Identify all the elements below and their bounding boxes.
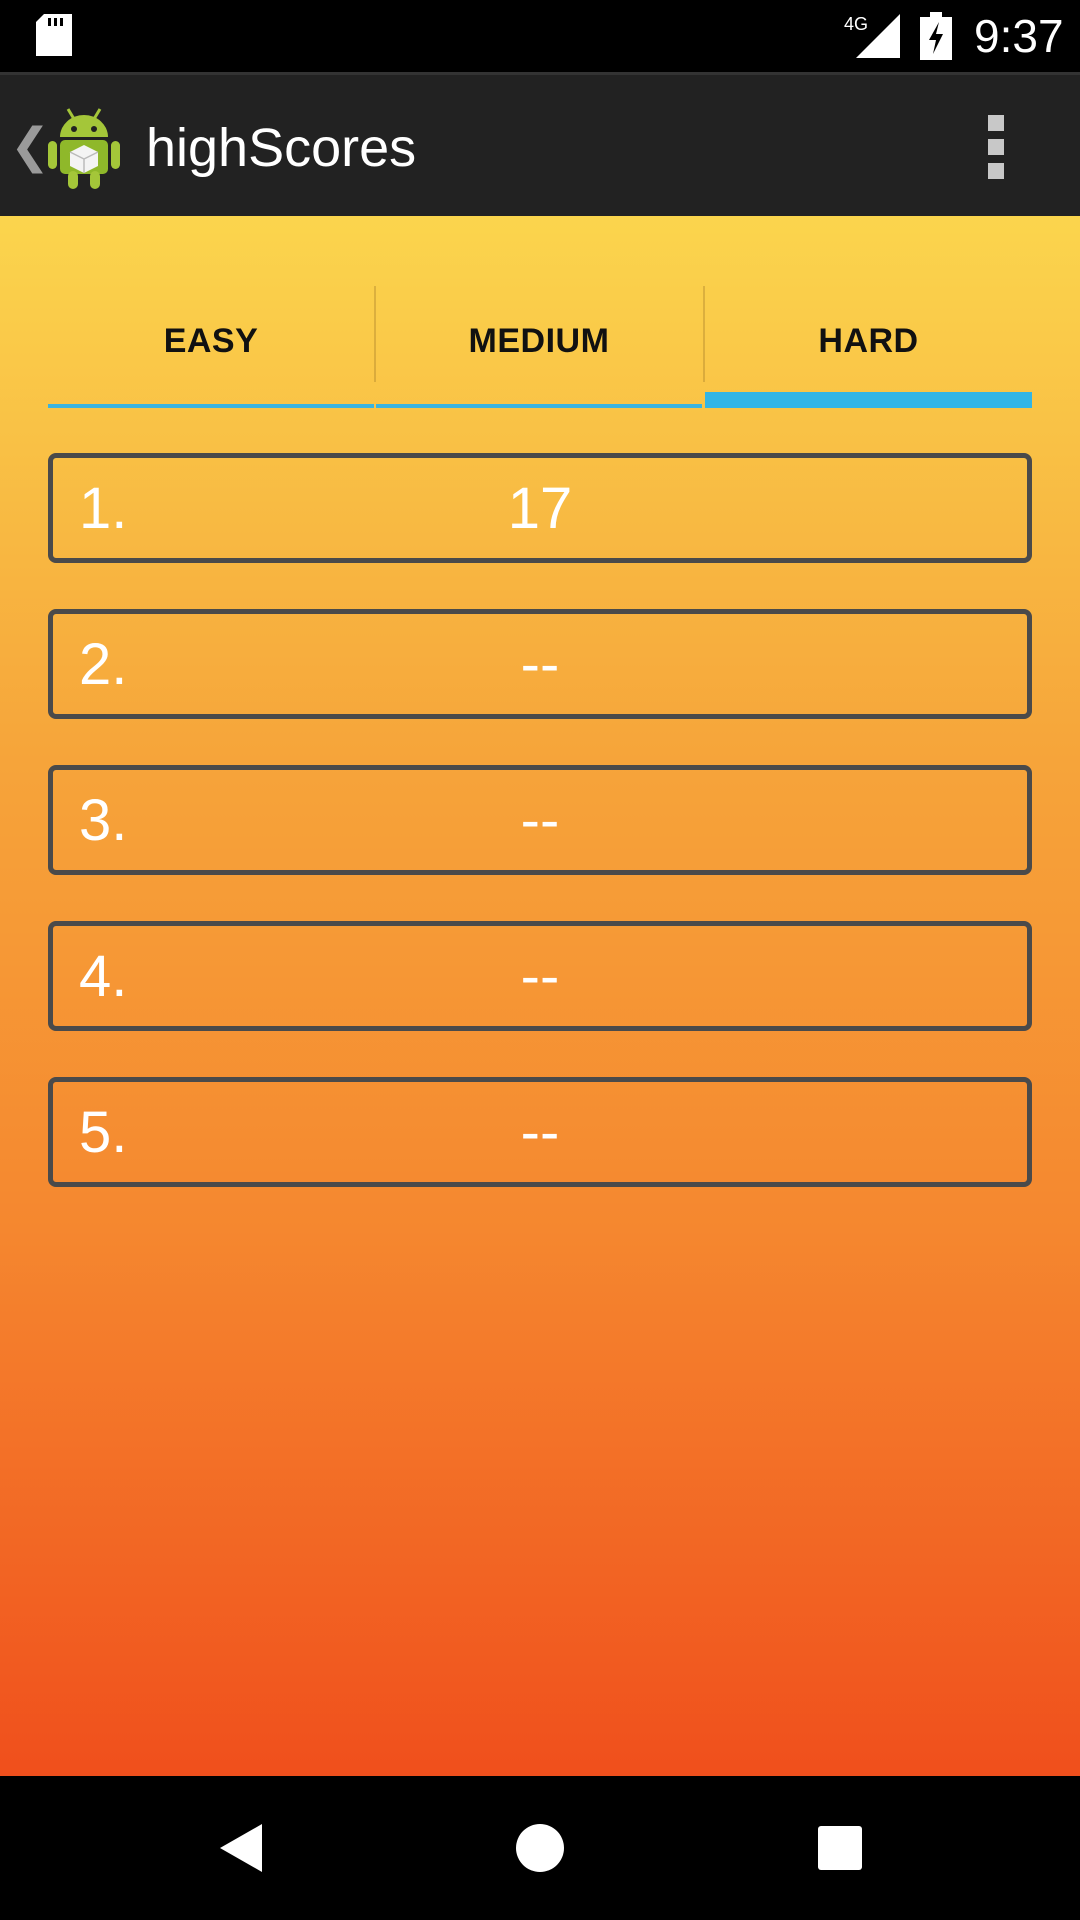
tab-hard[interactable]: HARD [705,286,1032,408]
score-value: -- [520,1100,560,1165]
tab-medium[interactable]: MEDIUM [376,286,702,408]
tab-easy-indicator [48,404,374,408]
score-row: 1. 17 [48,453,1032,563]
home-circle-icon[interactable] [510,1818,570,1878]
score-value: -- [520,944,560,1009]
score-row: 2. -- [48,609,1032,719]
up-navigation-chevron-icon[interactable]: ❮ [10,123,50,171]
score-row: 3. -- [48,765,1032,875]
tab-medium-label: MEDIUM [468,322,610,360]
high-scores-content: EASY MEDIUM HARD 1. 17 2. -- 3. -- 4. --… [0,216,1080,1776]
android-app-icon[interactable] [46,103,122,191]
network-type-label: 4G [844,14,868,34]
score-value: -- [520,788,560,853]
status-bar: 4G 9:37 [0,0,1080,72]
difficulty-tabs: EASY MEDIUM HARD [48,286,1032,408]
tab-hard-label: HARD [818,322,919,360]
tab-hard-selected-indicator [705,392,1032,408]
back-triangle-icon[interactable] [212,1818,272,1878]
sd-card-icon [36,14,72,56]
recents-square-icon[interactable] [810,1818,870,1878]
score-row: 5. -- [48,1077,1032,1187]
overflow-menu-icon[interactable] [988,115,1004,179]
screen-title: highScores [146,118,417,178]
status-time: 9:37 [974,10,1064,62]
action-bar: ❮ highScores [0,72,1080,216]
score-value: -- [520,632,560,697]
tab-medium-indicator [376,404,702,408]
tab-easy[interactable]: EASY [48,286,374,408]
battery-charging-icon [920,12,952,60]
score-value: 17 [507,476,573,541]
tab-easy-label: EASY [163,322,259,360]
score-row: 4. -- [48,921,1032,1031]
signal-icon: 4G [844,14,900,58]
system-navigation-bar [0,1776,1080,1920]
